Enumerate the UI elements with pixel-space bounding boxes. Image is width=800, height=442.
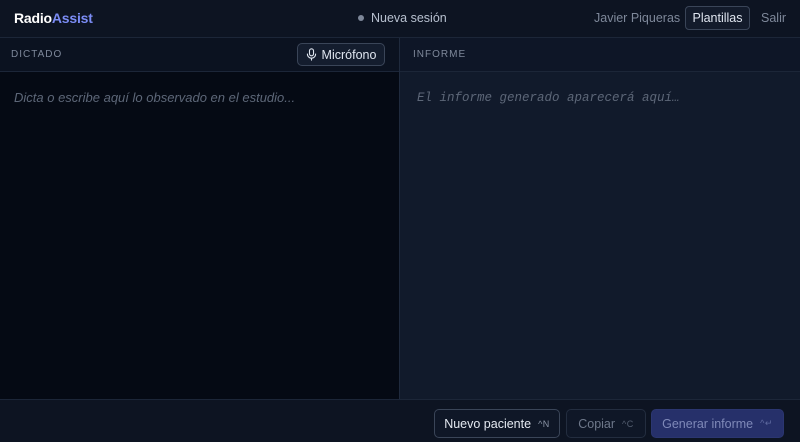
dictation-input[interactable] xyxy=(0,73,399,399)
user-name: Javier Piqueras xyxy=(594,11,681,25)
dictation-panel-header: DICTADO Micrófono xyxy=(0,38,399,72)
generate-report-shortcut: ^↵ xyxy=(760,418,773,428)
copy-button[interactable]: Copiar ^C xyxy=(566,409,646,438)
microphone-label: Micrófono xyxy=(321,47,377,62)
brand-text-radio: Radio xyxy=(14,10,52,26)
templates-button[interactable]: Plantillas xyxy=(685,6,750,30)
generate-report-button[interactable]: Generar informe ^↵ xyxy=(651,409,784,438)
report-panel: INFORME El informe generado aparecerá aq… xyxy=(400,38,800,399)
action-bar: Nuevo paciente ^N Copiar ^C Generar info… xyxy=(0,399,800,442)
microphone-button[interactable]: Micrófono xyxy=(297,43,385,66)
dictation-title: DICTADO xyxy=(11,49,63,60)
report-title: INFORME xyxy=(413,49,467,60)
dictation-panel: DICTADO Micrófono xyxy=(0,38,399,399)
new-patient-shortcut: ^N xyxy=(538,418,550,429)
new-patient-button[interactable]: Nuevo paciente ^N xyxy=(434,409,560,438)
brand-text-assist: Assist xyxy=(51,10,93,26)
report-placeholder: El informe generado aparecerá aquí… xyxy=(417,91,680,105)
app-root: RadioAssist Nueva sesión Javier Piqueras… xyxy=(0,0,800,442)
copy-label: Copiar xyxy=(578,416,616,431)
top-bar: RadioAssist Nueva sesión Javier Piqueras… xyxy=(0,0,800,38)
new-patient-label: Nuevo paciente xyxy=(444,416,532,431)
status-dot-icon xyxy=(358,15,364,21)
report-panel-header: INFORME xyxy=(400,38,800,72)
session-status: Nueva sesión xyxy=(358,11,447,25)
logout-link[interactable]: Salir xyxy=(761,11,786,25)
microphone-icon xyxy=(306,48,316,61)
copy-shortcut: ^C xyxy=(622,418,634,429)
session-status-label: Nueva sesión xyxy=(371,11,447,25)
generate-report-label: Generar informe xyxy=(662,416,754,431)
app-logo: RadioAssist xyxy=(14,10,93,26)
